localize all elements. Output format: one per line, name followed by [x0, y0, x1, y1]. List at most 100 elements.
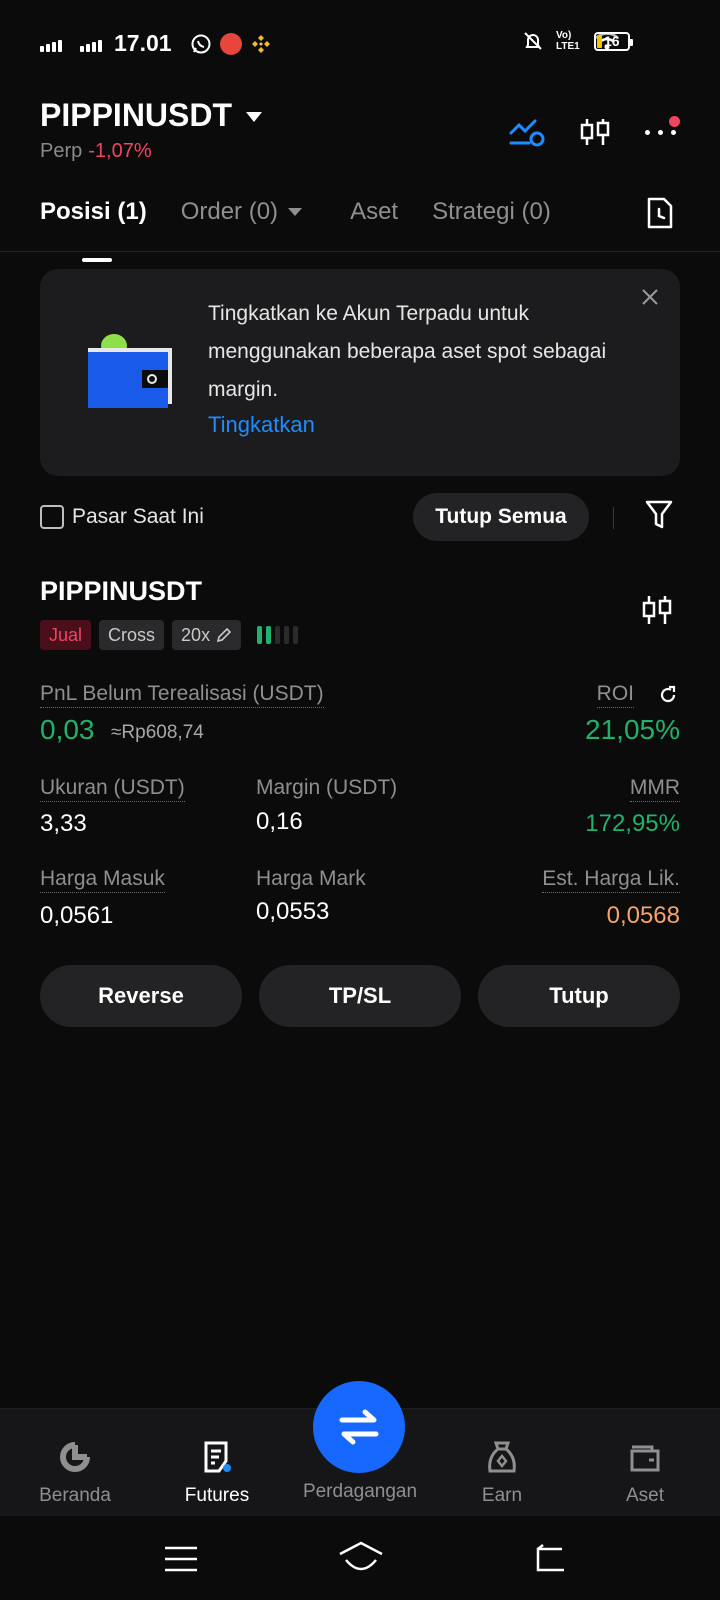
- system-navigation-bar: [0, 1516, 720, 1600]
- candlestick-chart-icon[interactable]: [642, 594, 672, 626]
- filter-divider: [613, 507, 614, 529]
- margin-mode-badge: Cross: [99, 620, 165, 650]
- mmr-label[interactable]: MMR: [629, 776, 680, 802]
- nav-beranda-label: Beranda: [39, 1485, 111, 1506]
- mark-price-label: Harga Mark: [256, 867, 366, 890]
- signal-icon-2: [80, 36, 102, 52]
- binance-icon: [251, 34, 270, 53]
- tpsl-button[interactable]: TP/SL: [259, 965, 461, 1027]
- upgrade-link[interactable]: Tingkatkan: [208, 412, 315, 438]
- unrealized-pnl-value: 0,03: [40, 714, 95, 745]
- recent-apps-icon[interactable]: [163, 1544, 199, 1574]
- dnd-bell-icon: [524, 32, 542, 50]
- wallet-illustration-icon: [88, 334, 172, 408]
- share-refresh-icon[interactable]: [658, 685, 678, 705]
- reverse-button[interactable]: Reverse: [40, 965, 242, 1027]
- close-position-button[interactable]: Tutup: [478, 965, 680, 1027]
- tab-order[interactable]: Order (0): [180, 198, 303, 226]
- price-change: -1,07%: [88, 140, 152, 162]
- tab-order-label: Order (0): [180, 198, 279, 225]
- caret-down-icon: [246, 111, 263, 122]
- margin-label: Margin (USDT): [256, 776, 398, 799]
- pair-symbol: PIPPINUSDT: [40, 97, 233, 133]
- signal-icon: [40, 36, 62, 52]
- trading-bot-icon[interactable]: [509, 117, 545, 147]
- position-symbol[interactable]: PIPPINUSDT: [40, 576, 202, 607]
- adl-bar: [266, 626, 272, 644]
- app-notification-icon: [219, 32, 242, 55]
- battery-level: 16: [604, 33, 620, 49]
- nav-perdagangan-label: Perdagangan: [302, 1481, 418, 1502]
- contract-type: Perp: [40, 140, 83, 162]
- tabs-divider: [0, 251, 720, 252]
- current-market-checkbox[interactable]: [40, 505, 64, 529]
- tab-aset-label: Aset: [350, 198, 399, 225]
- nav-aset[interactable]: Aset: [575, 1437, 715, 1507]
- nav-earn-label: Earn: [481, 1485, 523, 1506]
- wallet-icon: [630, 1445, 660, 1472]
- leverage-value: 20x: [181, 625, 211, 645]
- futures-icon: [204, 1441, 231, 1473]
- adl-bar: [293, 626, 299, 644]
- position-badges: Jual Cross 20x: [40, 620, 299, 650]
- home-button-icon[interactable]: [337, 1540, 385, 1574]
- adl-bar: [257, 626, 263, 644]
- status-bar: 17.01 Vo) LTE1 16: [0, 0, 720, 84]
- nav-earn[interactable]: Earn: [432, 1437, 572, 1507]
- candlestick-chart-icon[interactable]: [579, 116, 611, 148]
- side-badge: Jual: [40, 620, 92, 650]
- status-time: 17.01: [114, 30, 172, 56]
- home-icon: [60, 1442, 90, 1472]
- liquidation-price-value: 0,0568: [606, 902, 680, 929]
- whatsapp-icon: [191, 34, 211, 53]
- mmr-value: 172,95%: [585, 810, 680, 837]
- edit-icon: [216, 627, 232, 643]
- adl-bar: [284, 626, 290, 644]
- volte-label: Vo) LTE1: [556, 30, 580, 52]
- mark-price-value: 0,0553: [256, 898, 330, 925]
- margin-value: 0,16: [256, 808, 303, 835]
- close-all-button[interactable]: Tutup Semua: [413, 493, 589, 541]
- caret-down-icon: [288, 208, 303, 216]
- tab-strategi-label: Strategi (0): [432, 198, 551, 225]
- battery-fill: [597, 35, 602, 48]
- liquidation-price-label[interactable]: Est. Harga Lik.: [542, 867, 680, 893]
- nav-aset-label: Aset: [625, 1485, 665, 1506]
- filter-icon[interactable]: [645, 499, 673, 531]
- unrealized-pnl-label[interactable]: PnL Belum Terealisasi (USDT): [40, 682, 324, 708]
- tab-posisi[interactable]: Posisi (1): [40, 198, 147, 262]
- nav-perdagangan[interactable]: Perdagangan: [290, 1481, 430, 1503]
- roi-value: 21,05%: [585, 714, 680, 745]
- status-left: 17.01: [40, 30, 272, 57]
- banner-message: Tingkatkan ke Akun Terpadu untuk menggun…: [208, 302, 607, 401]
- order-history-icon[interactable]: [646, 196, 674, 230]
- adl-bar: [275, 626, 281, 644]
- tab-aset[interactable]: Aset: [350, 198, 398, 226]
- notification-dot: [669, 115, 680, 127]
- tab-strategi[interactable]: Strategi (0): [432, 198, 551, 226]
- nav-futures[interactable]: Futures: [147, 1437, 287, 1507]
- pair-selector[interactable]: PIPPINUSDT: [40, 97, 263, 134]
- pair-subtitle: Perp -1,07%: [40, 140, 152, 163]
- current-market-label[interactable]: Pasar Saat Ini: [72, 505, 204, 529]
- more-menu-icon[interactable]: [645, 115, 680, 135]
- size-label[interactable]: Ukuran (USDT): [40, 776, 185, 802]
- size-value: 3,33: [40, 810, 87, 837]
- nav-futures-label: Futures: [184, 1485, 250, 1506]
- roi-label[interactable]: ROI: [596, 682, 634, 708]
- adl-indicator: [257, 626, 299, 644]
- swap-arrows-icon: [339, 1409, 379, 1445]
- leverage-badge[interactable]: 20x: [172, 620, 242, 650]
- unrealized-pnl-idr: ≈Rp608,74: [111, 722, 204, 743]
- tab-posisi-label: Posisi (1): [40, 198, 147, 225]
- trade-swap-button[interactable]: [313, 1381, 405, 1473]
- close-icon[interactable]: [640, 287, 660, 307]
- nav-beranda[interactable]: Beranda: [5, 1437, 145, 1507]
- entry-price-label[interactable]: Harga Masuk: [40, 867, 165, 893]
- upgrade-banner: Tingkatkan ke Akun Terpadu untuk menggun…: [40, 269, 680, 476]
- position-tabs: Posisi (1) Order (0) Aset Strategi (0): [40, 198, 585, 262]
- back-icon[interactable]: [532, 1543, 568, 1573]
- entry-price-value: 0,0561: [40, 902, 114, 929]
- battery-icon: 16: [594, 32, 633, 51]
- earn-icon: [488, 1441, 516, 1473]
